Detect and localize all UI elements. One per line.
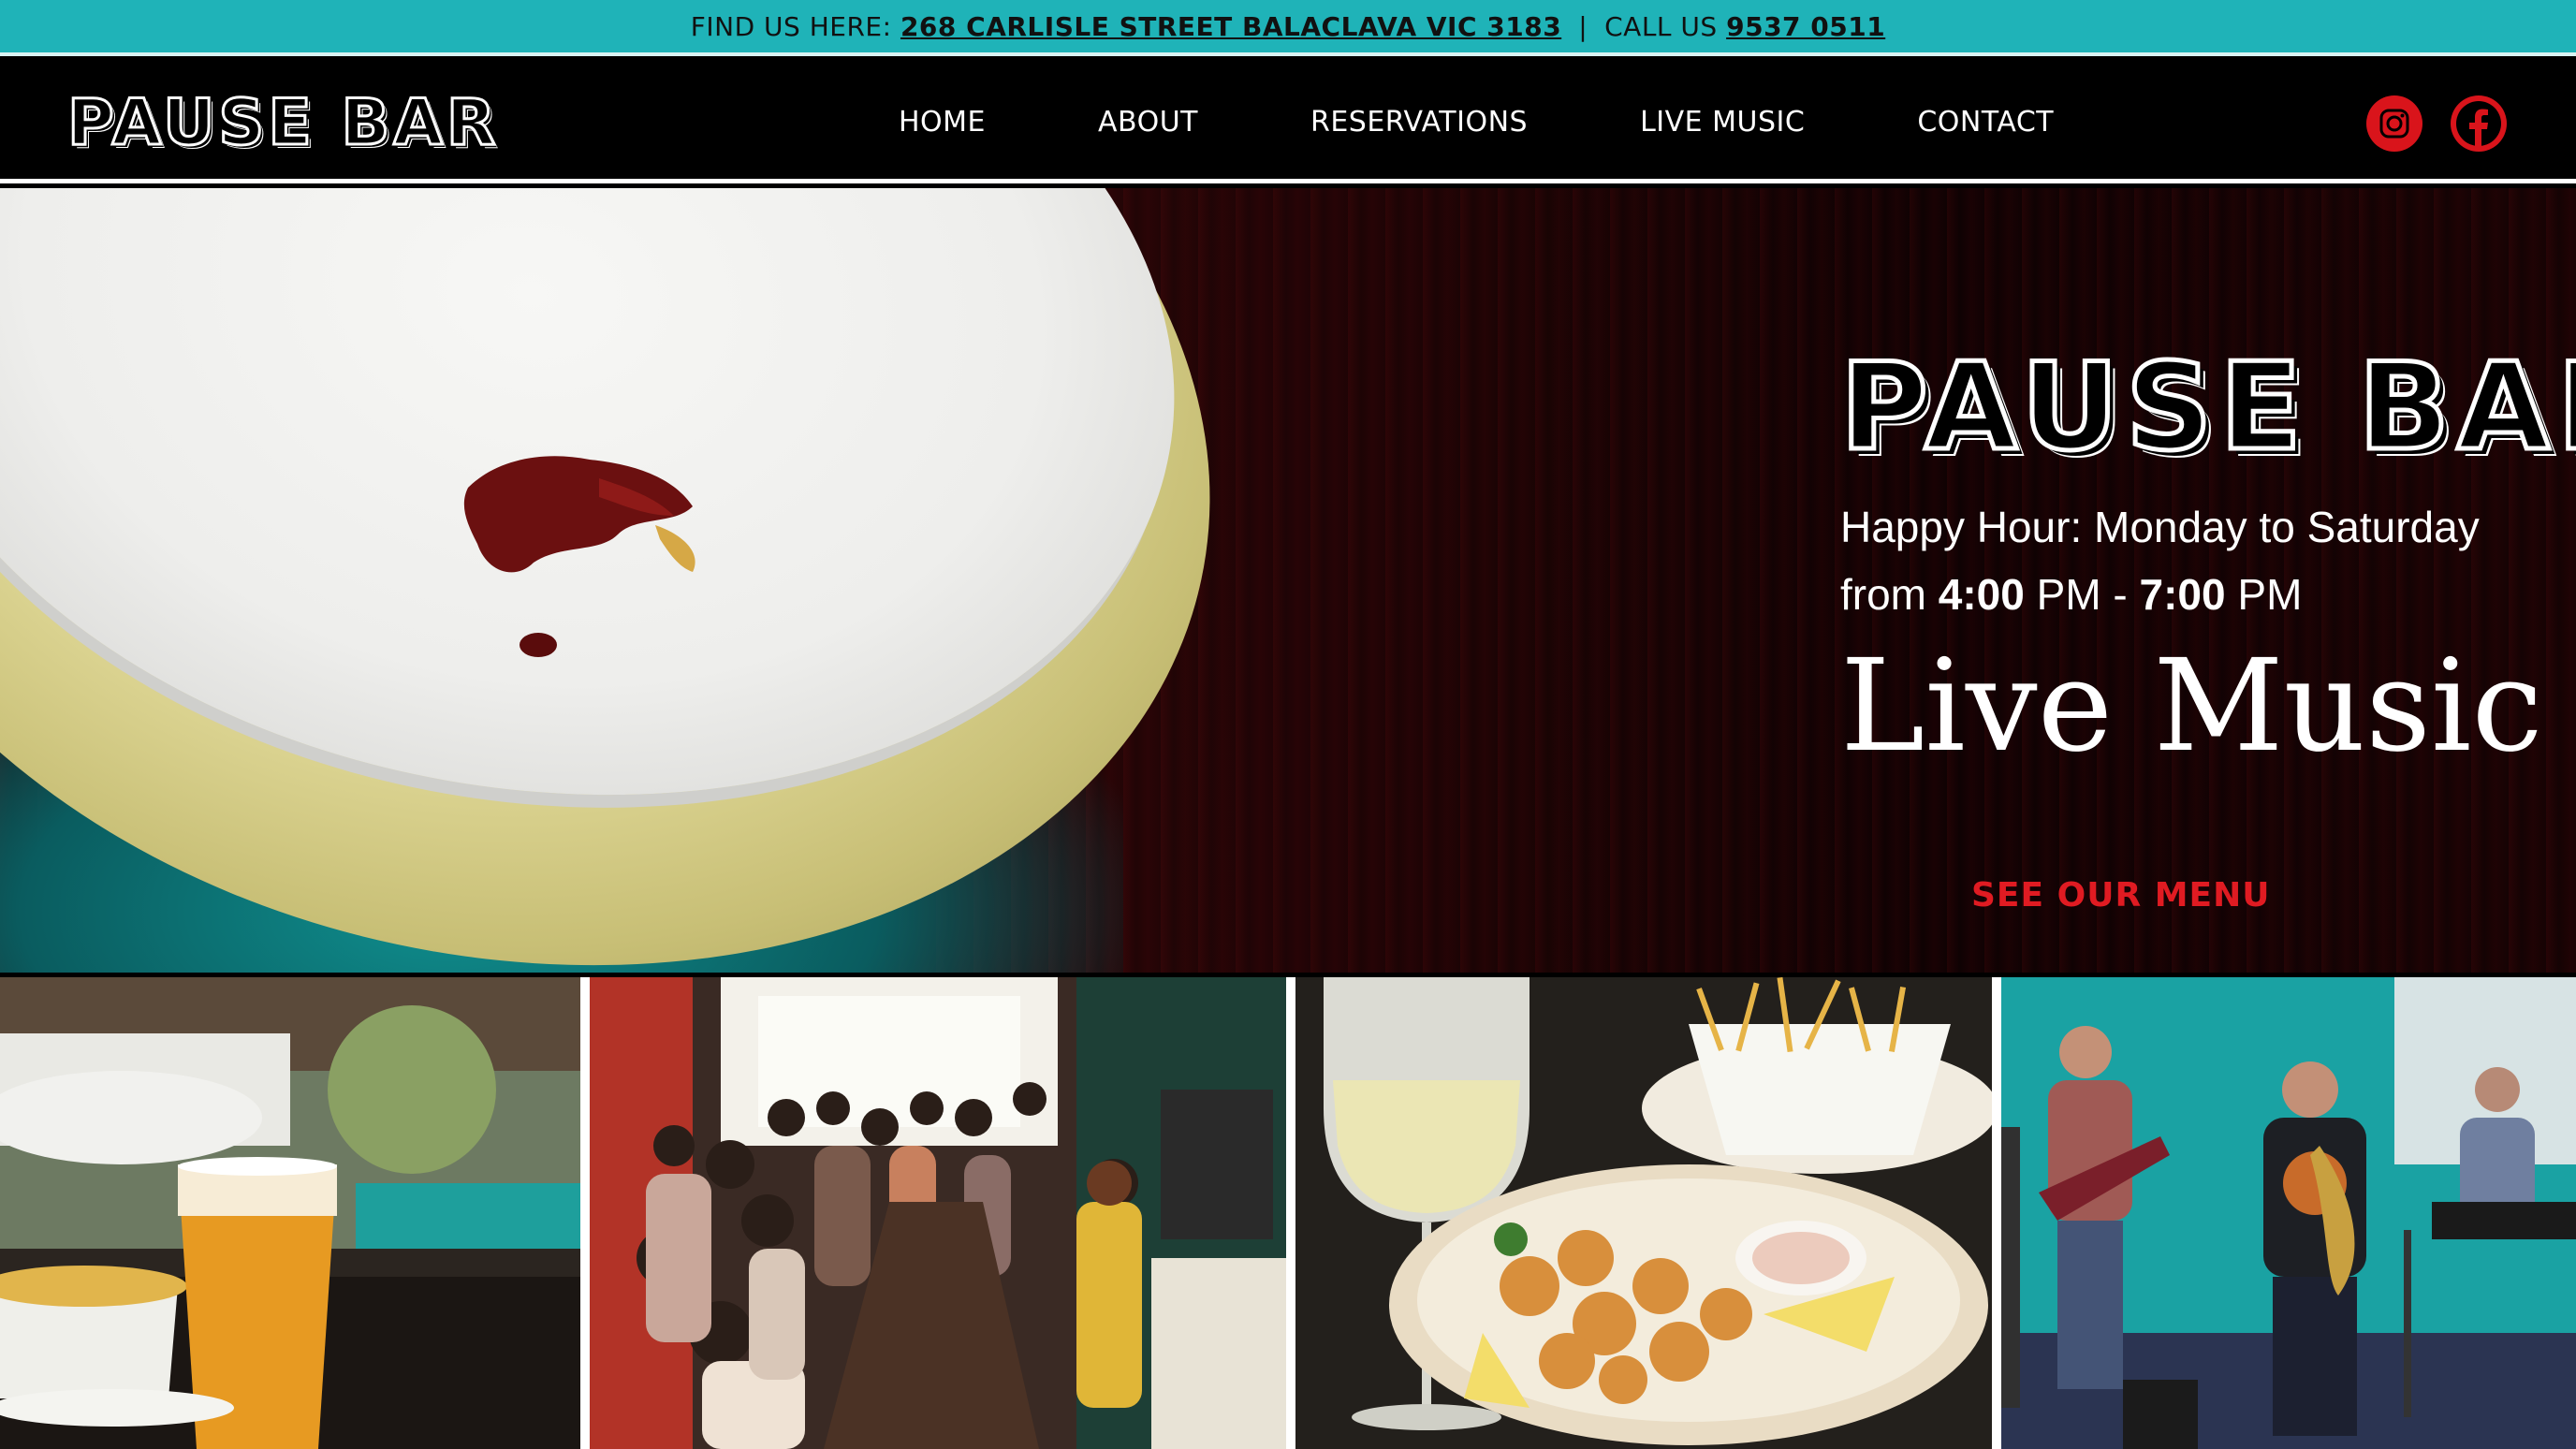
hero-logo: PAUSE BAR (1838, 336, 2576, 480)
nav-reservations[interactable]: RESERVATIONS (1254, 106, 1584, 139)
separator: | (1578, 10, 1588, 42)
social-links (2366, 95, 2507, 152)
live-band-photo[interactable] (2001, 977, 2576, 1449)
happy-from: from (1840, 570, 1926, 619)
happy-pm-2: PM (2237, 570, 2303, 619)
happy-hour-text: Happy Hour: Monday to Saturday from 4:00… (1840, 493, 2552, 628)
instagram-button[interactable] (2366, 95, 2422, 152)
happy-start-time: 4:00 (1938, 570, 2025, 619)
rose-petal-garnish (463, 456, 695, 573)
nav-live-music[interactable]: LIVE MUSIC (1584, 106, 1861, 139)
nav-contact[interactable]: CONTACT (1861, 106, 2110, 139)
top-info-bar: FIND US HERE: 268 CARLISLE STREET BALACL… (0, 0, 2576, 56)
find-us-label: FIND US HERE: (690, 10, 892, 42)
facebook-button[interactable] (2451, 95, 2507, 152)
site-logo[interactable]: PAUSE BAR (66, 85, 499, 162)
hero-text-block: PAUSE BAR Happy Hour: Monday to Saturday… (1838, 336, 2576, 782)
phone-link[interactable]: 9537 0511 (1726, 11, 1885, 42)
hero-banner: PAUSE BAR Happy Hour: Monday to Saturday… (0, 188, 2576, 973)
see-our-menu-button[interactable]: SEE OUR MENU (1971, 876, 2271, 915)
happy-hour-times: from 4:00 PM - 7:00 PM (1840, 561, 2552, 628)
beer-and-fries-photo[interactable] (0, 977, 580, 1449)
happy-pm-1: PM - (2036, 570, 2128, 619)
live-music-heading: Live Music (1840, 633, 2543, 781)
happy-end-time: 7:00 (2139, 570, 2226, 619)
photo-gallery (0, 977, 2576, 1449)
facebook-icon (2456, 101, 2501, 148)
small-petal (520, 633, 557, 657)
nav-about[interactable]: ABOUT (1042, 106, 1254, 139)
call-us-label: CALL US (1604, 10, 1718, 42)
instagram-icon (2379, 109, 2409, 139)
happy-hour-days: Happy Hour: Monday to Saturday (1840, 503, 2480, 551)
crowded-bar-photo[interactable] (590, 977, 1286, 1449)
nav-home[interactable]: HOME (842, 106, 1042, 139)
address-link[interactable]: 268 CARLISLE STREET BALACLAVA VIC 3183 (900, 11, 1561, 42)
site-header: PAUSE BAR HOME ABOUT RESERVATIONS LIVE M… (0, 60, 2576, 183)
wine-and-calamari-photo[interactable] (1295, 977, 1992, 1449)
main-nav: HOME ABOUT RESERVATIONS LIVE MUSIC CONTA… (842, 60, 2110, 183)
